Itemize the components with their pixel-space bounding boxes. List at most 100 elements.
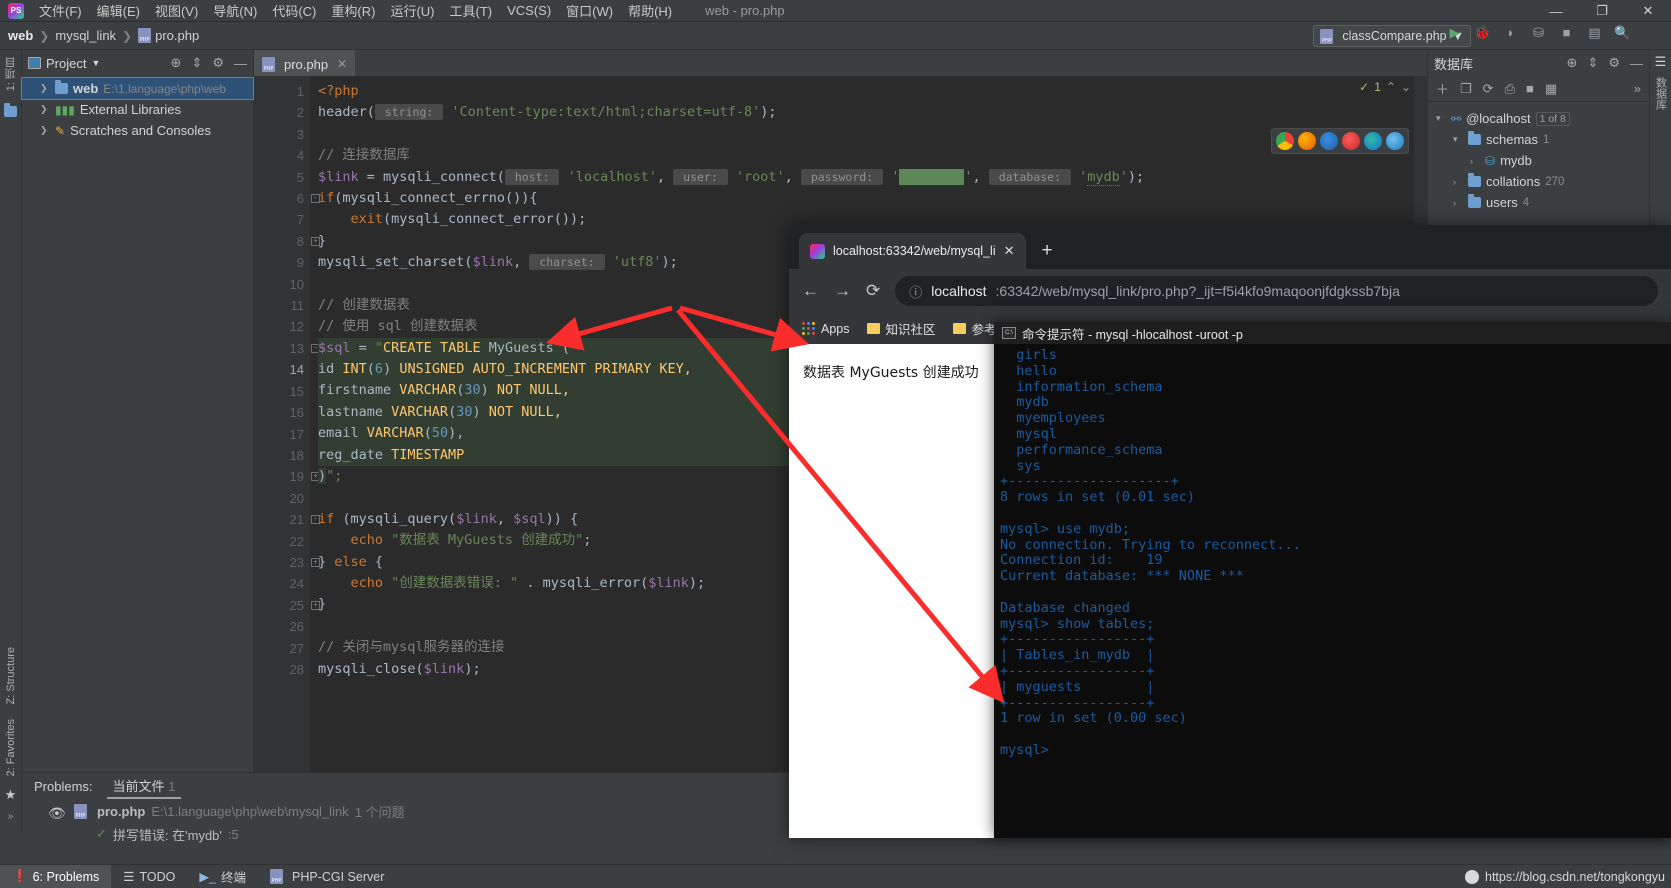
chevron-down-icon[interactable]: ▾	[1436, 113, 1446, 124]
address-bar[interactable]: ⓘ localhost:63342/web/mysql_link/pro.php…	[895, 276, 1658, 306]
more-icon[interactable]: »	[1634, 81, 1641, 96]
new-tab-button[interactable]: +	[1042, 240, 1053, 262]
database-tree[interactable]: ▾ ⚯ @localhost 1 of 8 ▾ schemas 1 › ⛁ mydb › collat…	[1428, 102, 1649, 213]
bookmark-1[interactable]: 知识社区	[866, 319, 936, 338]
close-icon[interactable]: ✕	[337, 57, 347, 71]
chevron-right-icon[interactable]: ›	[1453, 177, 1463, 187]
stop-icon[interactable]: ■	[1526, 81, 1534, 96]
bookmark-apps[interactable]: Apps	[802, 322, 850, 336]
browser-popup[interactable]	[1271, 128, 1409, 154]
chevron-down-icon[interactable]: ▼	[91, 58, 100, 68]
locate-icon[interactable]: ⊕	[1567, 55, 1578, 71]
star-icon[interactable]: ★	[5, 787, 17, 803]
debug-icon[interactable]: 🐞	[1474, 24, 1491, 41]
status-tab-php-cgi-server[interactable]: PHP-CGI Server	[258, 865, 396, 888]
hide-icon[interactable]: —	[234, 56, 247, 71]
project-tree[interactable]: ❯ web E:\1.language\php\web ❯ ▮▮▮ Extern…	[21, 76, 254, 141]
database-stack-icon[interactable]: ☰	[1655, 54, 1667, 70]
code-line[interactable]	[318, 124, 1427, 145]
project-panel-actions[interactable]: ⊕ ⇕ ⚙ —	[171, 55, 247, 71]
chrome-icon[interactable]	[1276, 132, 1294, 150]
site-info-icon[interactable]: ⓘ	[909, 282, 922, 301]
collapse-all-icon[interactable]: ⇕	[191, 55, 202, 71]
code-line[interactable]: <?php	[318, 81, 1427, 102]
layout-icon[interactable]: ▤	[1586, 24, 1603, 41]
inspection-widget[interactable]: ✓ 1 ⌃ ⌄	[1359, 80, 1411, 94]
db-tree-item-collations[interactable]: › collations 270	[1428, 171, 1649, 192]
locate-icon[interactable]: ⊕	[171, 55, 182, 71]
hide-icon[interactable]: —	[1630, 56, 1643, 71]
window-controls[interactable]: — ❐ ✕	[1533, 0, 1671, 22]
problems-tab-current-file[interactable]: 当前文件 1	[106, 774, 182, 799]
db-tree-item-users[interactable]: › users 4	[1428, 192, 1649, 213]
collapse-all-icon[interactable]: ⇕	[1587, 55, 1598, 71]
breadcrumb-folder[interactable]: mysql_link	[55, 28, 116, 43]
status-tab-problems[interactable]: ❗ 6: Problems	[0, 864, 112, 888]
breadcrumb-file[interactable]: pro.php	[138, 28, 199, 43]
add-icon[interactable]: ＋	[1436, 79, 1449, 98]
line-number-gutter[interactable]: 1 2 3 4 5 6-7 8 +9 10 11 12 13-14 15 16 17 18 19 +20 21-22…	[254, 76, 320, 832]
menu-item-navigate[interactable]: 导航(N)	[206, 0, 264, 22]
menu-item-view[interactable]: 视图(V)	[148, 0, 205, 22]
status-tab-terminal[interactable]: ▶_ 终端	[187, 865, 258, 888]
breadcrumb-root[interactable]: web	[8, 28, 33, 43]
settings-icon[interactable]: ⚙	[1608, 55, 1620, 71]
chevron-right-icon[interactable]: ❯	[40, 104, 50, 115]
next-problem-icon[interactable]: ⌄	[1401, 80, 1411, 94]
menu-item-tools[interactable]: 工具(T)	[442, 0, 499, 22]
chrome-tab[interactable]: localhost:63342/web/mysql_li ✕	[799, 233, 1026, 269]
code-line[interactable]: // 连接数据库	[318, 145, 1427, 166]
chevron-right-icon[interactable]: ❯	[40, 83, 50, 94]
close-button[interactable]: ✕	[1625, 0, 1671, 22]
menu-bar[interactable]: 文件(F) 编辑(E) 视图(V) 导航(N) 代码(C) 重构(R) 运行(U…	[32, 0, 679, 22]
preview-eye-icon[interactable]: 👁	[48, 805, 66, 822]
cmd-output[interactable]: girls hello information_schema mydb myem…	[994, 344, 1671, 759]
db-tree-item-schemas[interactable]: ▾ schemas 1	[1428, 129, 1649, 150]
db-tree-item-localhost[interactable]: ▾ ⚯ @localhost 1 of 8	[1428, 108, 1649, 129]
database-panel-actions[interactable]: ⊕ ⇕ ⚙ —	[1567, 55, 1643, 71]
query-icon[interactable]: ⎙	[1505, 81, 1515, 97]
chevron-right-icon[interactable]: ❯	[40, 125, 50, 136]
tool-window-favorites[interactable]: 2: Favorites	[5, 716, 17, 779]
prev-problem-icon[interactable]: ⌃	[1386, 80, 1396, 94]
reload-icon[interactable]: ⟳	[866, 281, 880, 301]
back-icon[interactable]: ←	[802, 281, 819, 301]
code-line[interactable]: $link = mysqli_connect( host: 'localhost…	[318, 167, 1427, 188]
chevron-right-icon[interactable]: ›	[1470, 156, 1480, 166]
chevron-right-icon[interactable]: ›	[1453, 198, 1463, 208]
database-toolbar[interactable]: ＋ ❐ ⟳ ⎙ ■ ▦ »	[1428, 76, 1649, 102]
tool-window-project[interactable]: 1: 项目	[3, 54, 19, 94]
menu-item-help[interactable]: 帮助(H)	[621, 0, 679, 22]
coverage-icon[interactable]: ◗	[1502, 24, 1519, 41]
forward-icon[interactable]: →	[834, 281, 851, 301]
table-icon[interactable]: ▦	[1545, 81, 1557, 97]
code-line[interactable]: header( string: 'Content-type:text/html;…	[318, 102, 1427, 123]
editor-tab-pro-php[interactable]: pro.php ✕	[254, 50, 356, 76]
status-tab-todo[interactable]: ☰ TODO	[111, 865, 187, 888]
menu-item-edit[interactable]: 编辑(E)	[90, 0, 147, 22]
maximize-button[interactable]: ❐	[1579, 0, 1625, 22]
menu-item-file[interactable]: 文件(F)	[32, 0, 89, 22]
menu-item-window[interactable]: 窗口(W)	[559, 0, 620, 22]
edge-icon[interactable]	[1364, 132, 1382, 150]
profile-icon[interactable]: ⛁	[1530, 24, 1547, 41]
tool-window-structure[interactable]: Z: Structure	[5, 644, 17, 707]
tree-item-external-libraries[interactable]: ❯ ▮▮▮ External Libraries	[22, 99, 253, 120]
project-panel-title[interactable]: Project ▼	[28, 56, 100, 71]
expand-icon[interactable]: »	[8, 811, 14, 822]
db-tree-item-mydb[interactable]: › ⛁ mydb	[1428, 150, 1649, 171]
menu-item-code[interactable]: 代码(C)	[265, 0, 323, 22]
tool-window-database-label[interactable]: 数据库	[1653, 74, 1669, 113]
menu-item-vcs[interactable]: VCS(S)	[500, 1, 558, 20]
ie-icon[interactable]	[1342, 132, 1360, 150]
code-line[interactable]: if(mysqli_connect_errno()){	[318, 188, 1427, 209]
copy-icon[interactable]: ❐	[1460, 81, 1472, 97]
run-icon[interactable]: ▶	[1446, 24, 1463, 41]
close-icon[interactable]: ✕	[1004, 243, 1015, 259]
stop-icon[interactable]: ■	[1558, 24, 1575, 41]
refresh-icon[interactable]: ⟳	[1483, 81, 1494, 97]
tree-item-web[interactable]: ❯ web E:\1.language\php\web	[21, 77, 254, 100]
menu-item-run[interactable]: 运行(U)	[383, 0, 441, 22]
chevron-down-icon[interactable]: ▾	[1453, 134, 1463, 145]
safari-icon[interactable]	[1386, 132, 1404, 150]
